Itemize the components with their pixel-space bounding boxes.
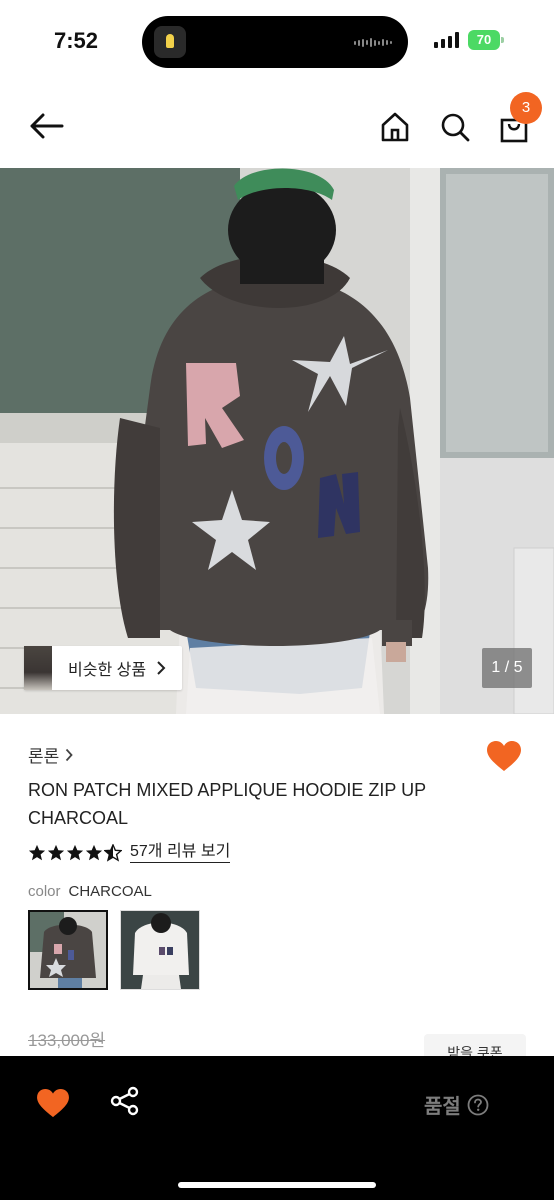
audio-wave-icon [354,38,392,47]
color-row: color CHARCOAL [28,883,152,900]
cart-count-badge: 3 [510,92,542,124]
color-value: CHARCOAL [68,883,152,900]
search-button[interactable] [434,106,476,148]
product-image-gallery[interactable]: 비슷한 상품 1 / 5 [0,168,554,714]
color-swatch-white[interactable] [120,910,200,990]
battery-level: 70 [468,30,500,50]
brand-name: 론론 [28,747,60,766]
battery-icon: 70 [468,30,504,50]
star-icon [66,844,84,860]
white-swatch-image [121,911,199,989]
share-button[interactable] [110,1086,144,1120]
star-icon [47,844,65,860]
product-photo [0,168,554,714]
heart-icon [37,1088,69,1118]
similar-products-label: 비슷한 상품 [68,662,147,679]
search-icon [441,113,470,142]
help-circle-icon [467,1094,489,1115]
similar-products-button[interactable]: 비슷한 상품 [24,646,182,690]
color-label: color [28,883,61,900]
now-playing-app-icon [154,26,186,58]
home-icon [381,112,409,142]
soldout-label: 품절 [424,1096,461,1118]
bottom-action-bar: 품절 [0,1056,554,1200]
charcoal-swatch-image [30,912,106,988]
home-indicator [178,1182,376,1188]
half-star-icon [104,843,122,862]
dynamic-island [142,16,408,68]
app-header: 3 [0,84,554,168]
cellular-signal-icon [434,32,459,48]
rating-row: 57개 리뷰 보기 [28,842,231,863]
product-title: RON PATCH MIXED APPLIQUE HOODIE ZIP UP C… [28,780,426,828]
rating-stars [28,843,122,862]
back-button[interactable] [26,106,66,146]
image-page-indicator: 1 / 5 [482,648,532,688]
color-swatch-charcoal[interactable] [28,910,108,990]
back-arrow-icon [30,113,64,139]
home-button[interactable] [374,106,416,148]
get-coupon-button[interactable]: 받을 쿠폰 [424,1034,526,1056]
brand-link[interactable]: 론론 [28,742,73,767]
star-icon [28,844,46,860]
star-icon [85,844,103,860]
coupon-label: 받을 쿠폰 [447,1045,503,1056]
chevron-right-icon [157,661,166,675]
chevron-right-icon [66,748,73,761]
like-button[interactable] [486,740,526,776]
similar-products-thumbnail [24,646,52,690]
status-time: 7:52 [54,28,99,53]
heart-icon [487,741,521,771]
status-bar: 7:52 70 [0,0,554,84]
original-price: 133,000원 [28,1031,106,1050]
reviews-link[interactable]: 57개 리뷰 보기 [130,842,231,863]
bottom-like-button[interactable] [36,1088,72,1120]
soldout-status[interactable]: 품절 [424,1090,489,1119]
share-icon [110,1086,139,1116]
